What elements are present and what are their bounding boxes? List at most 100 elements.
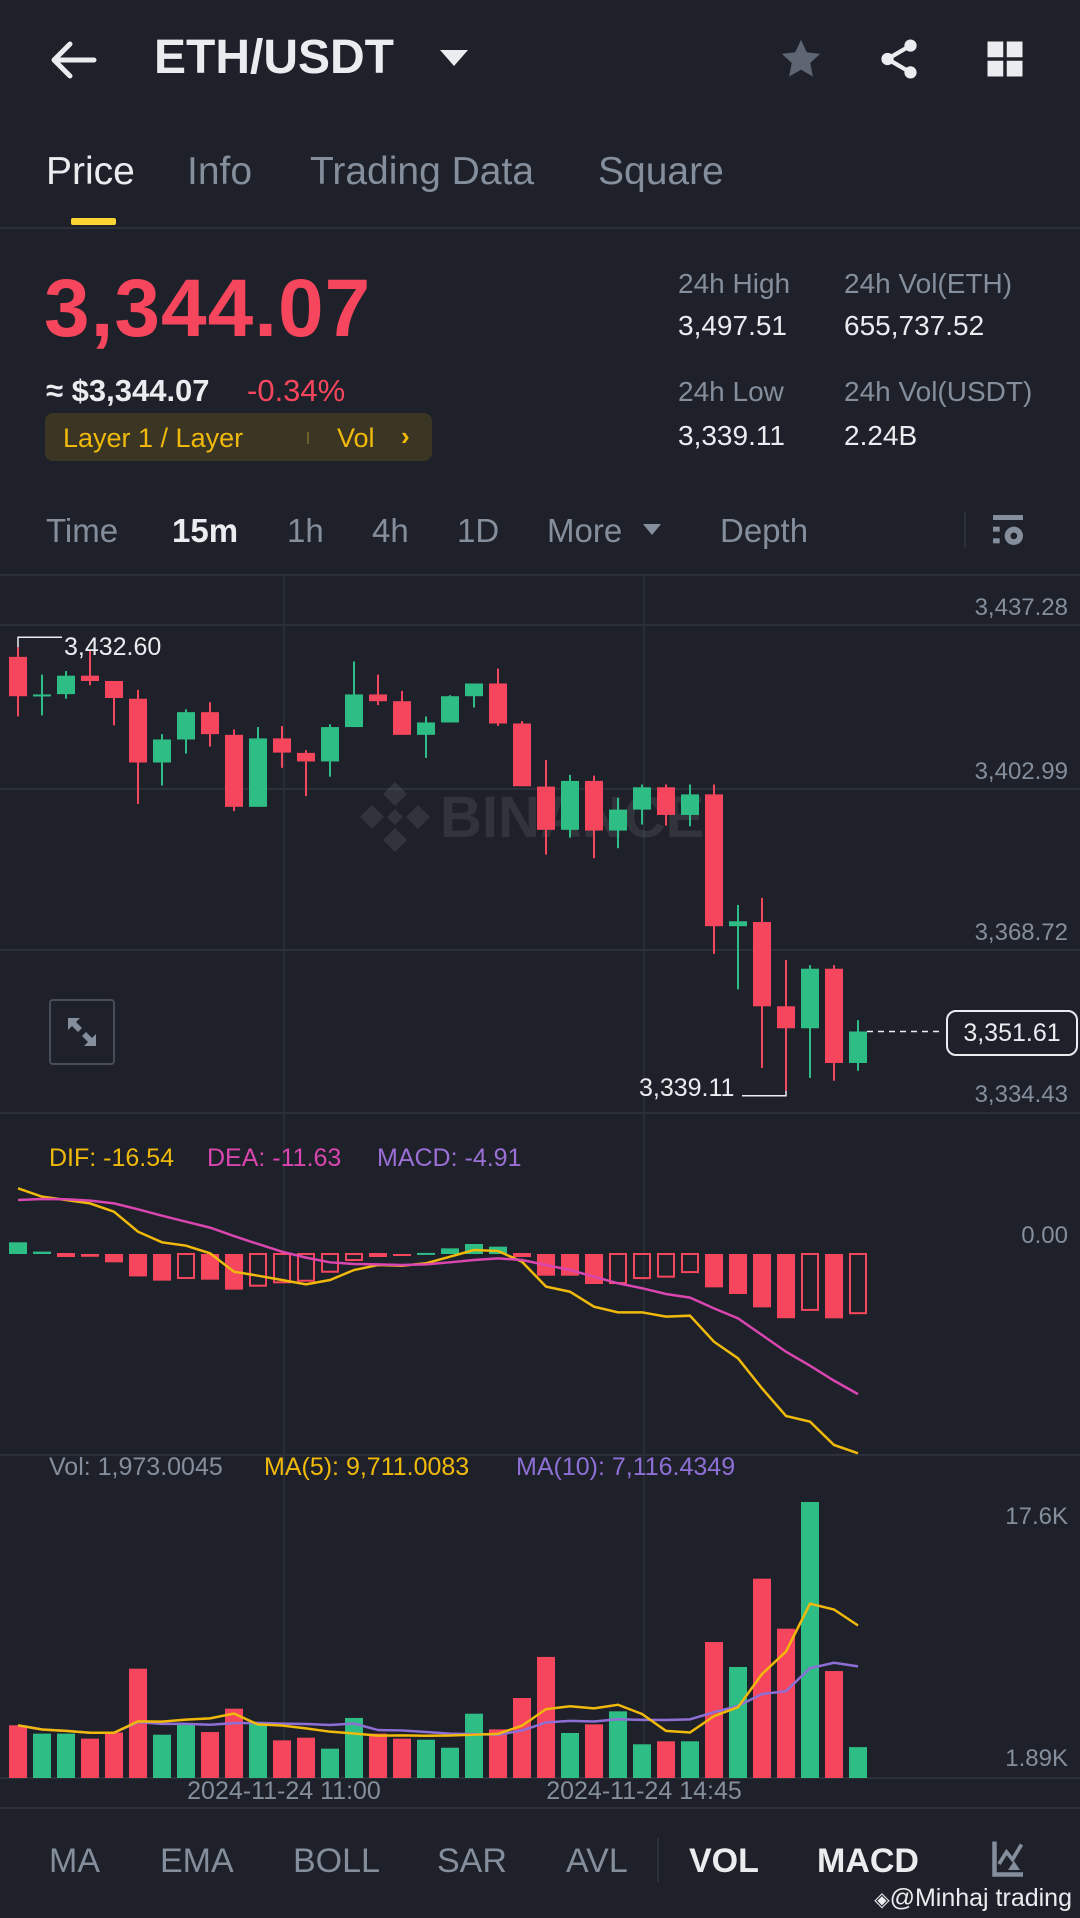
candle-body bbox=[369, 694, 387, 702]
volume-bar bbox=[153, 1734, 171, 1778]
candle-body bbox=[489, 683, 507, 724]
volume-bar bbox=[801, 1502, 819, 1778]
candle-body bbox=[177, 712, 195, 740]
volume-bar bbox=[201, 1732, 219, 1778]
candle-body bbox=[633, 787, 651, 810]
indicator-settings-icon[interactable] bbox=[990, 1838, 1026, 1883]
macd-histogram-bar bbox=[177, 1253, 195, 1279]
candle-body bbox=[729, 921, 747, 927]
interval-more[interactable]: More bbox=[547, 512, 622, 550]
macd-histogram-bar bbox=[753, 1254, 771, 1308]
volume-bar bbox=[537, 1656, 555, 1778]
indicator-divider bbox=[657, 1838, 659, 1882]
volume-bar bbox=[393, 1738, 411, 1778]
share-icon[interactable] bbox=[876, 36, 922, 87]
indicator-macd[interactable]: MACD bbox=[817, 1842, 919, 1881]
tab-info[interactable]: Info bbox=[187, 150, 252, 194]
indicator-ema[interactable]: EMA bbox=[160, 1842, 234, 1881]
last-price: 3,344.07 bbox=[44, 263, 372, 354]
candle-body bbox=[33, 694, 51, 697]
category-tag[interactable]: Layer 1 / Layer Vol › bbox=[45, 413, 432, 461]
volume-bar bbox=[177, 1723, 195, 1778]
candle-body bbox=[585, 780, 603, 831]
candle-body bbox=[297, 752, 315, 762]
candlestick-chart[interactable]: BINANCE bbox=[0, 575, 1080, 1808]
tab-trading-data[interactable]: Trading Data bbox=[310, 150, 534, 194]
favorite-star-icon[interactable] bbox=[778, 36, 824, 87]
pair-title[interactable]: ETH/USDT bbox=[154, 30, 394, 85]
macd-histogram-bar bbox=[9, 1242, 27, 1254]
back-button[interactable] bbox=[48, 38, 98, 82]
volume-bar bbox=[465, 1713, 483, 1778]
change-percent: -0.34% bbox=[247, 373, 346, 408]
tab-square[interactable]: Square bbox=[598, 150, 724, 194]
max-price-label: 3,432.60 bbox=[64, 633, 162, 661]
fullscreen-button[interactable] bbox=[49, 999, 115, 1065]
vol-legend-vol: Vol: 1,973.0045 bbox=[49, 1453, 223, 1481]
candle-body bbox=[105, 680, 123, 699]
macd-legend-dif: DIF: -16.54 bbox=[49, 1144, 175, 1172]
candle-body bbox=[129, 698, 147, 763]
price-tick: 3,334.43 bbox=[974, 1081, 1068, 1108]
tab-active-indicator bbox=[71, 218, 116, 225]
candle-body bbox=[417, 722, 435, 735]
macd-histogram-bar bbox=[849, 1253, 867, 1315]
interval-time[interactable]: Time bbox=[46, 512, 118, 550]
volume-bar bbox=[297, 1737, 315, 1778]
volume-bar bbox=[825, 1671, 843, 1778]
volume-bar bbox=[489, 1729, 507, 1778]
indicator-vol[interactable]: VOL bbox=[689, 1842, 759, 1881]
grid-menu-icon[interactable] bbox=[984, 38, 1026, 85]
candle-body bbox=[81, 675, 99, 681]
volume-bar bbox=[513, 1698, 531, 1778]
candle-body bbox=[705, 794, 723, 927]
volume-bar bbox=[681, 1741, 699, 1778]
volume-bar bbox=[729, 1666, 747, 1778]
candle-body bbox=[465, 683, 483, 697]
candle-body bbox=[801, 968, 819, 1029]
volume-bar bbox=[345, 1717, 363, 1778]
pair-dropdown-icon[interactable] bbox=[440, 50, 468, 66]
macd-histogram-bar bbox=[729, 1254, 747, 1295]
dea-line bbox=[17, 1197, 859, 1396]
volume-bar bbox=[441, 1747, 459, 1778]
candle-body bbox=[441, 696, 459, 723]
candle-body bbox=[681, 794, 699, 815]
tab-price[interactable]: Price bbox=[46, 150, 135, 194]
macd-histogram-bar bbox=[777, 1254, 795, 1319]
indicator-avl[interactable]: AVL bbox=[566, 1842, 628, 1881]
candle-body bbox=[9, 656, 27, 697]
candle-body bbox=[153, 739, 171, 763]
interval-depth[interactable]: Depth bbox=[720, 512, 808, 550]
interval-divider bbox=[964, 512, 966, 548]
time-label: 2024-11-24 11:00 bbox=[187, 1777, 381, 1805]
volume-bar bbox=[273, 1740, 291, 1778]
interval-15m[interactable]: 15m bbox=[172, 512, 238, 550]
interval-1h[interactable]: 1h bbox=[287, 512, 324, 550]
category-tag-vol-link[interactable]: Vol bbox=[337, 423, 375, 454]
candle-body bbox=[273, 738, 291, 753]
time-label: 2024-11-24 14:45 bbox=[546, 1777, 742, 1805]
indicator-boll[interactable]: BOLL bbox=[293, 1842, 380, 1881]
volume-bar bbox=[33, 1733, 51, 1778]
candle-body bbox=[57, 675, 75, 695]
volume-bar bbox=[225, 1708, 243, 1778]
vol-legend-ma10: MA(10): 7,116.4349 bbox=[516, 1453, 736, 1481]
macd-histogram-bar bbox=[417, 1252, 435, 1255]
price-tick: 3,437.28 bbox=[974, 594, 1068, 621]
volume-bar bbox=[609, 1711, 627, 1778]
candle-body bbox=[249, 738, 267, 807]
low-label: 24h Low bbox=[678, 376, 784, 407]
volume-bar bbox=[369, 1733, 387, 1778]
credit-watermark: ◈@Minhaj trading bbox=[874, 1884, 1072, 1913]
macd-histogram-bar bbox=[705, 1254, 723, 1288]
macd-histogram-bar bbox=[81, 1254, 99, 1257]
chart-settings-icon[interactable] bbox=[988, 510, 1028, 555]
interval-1d[interactable]: 1D bbox=[457, 512, 499, 550]
indicator-ma[interactable]: MA bbox=[49, 1842, 100, 1881]
interval-4h[interactable]: 4h bbox=[372, 512, 409, 550]
candle-body bbox=[849, 1031, 867, 1063]
indicator-sar[interactable]: SAR bbox=[437, 1842, 507, 1881]
macd-histogram-bar bbox=[105, 1254, 123, 1263]
volume-bar bbox=[81, 1738, 99, 1778]
